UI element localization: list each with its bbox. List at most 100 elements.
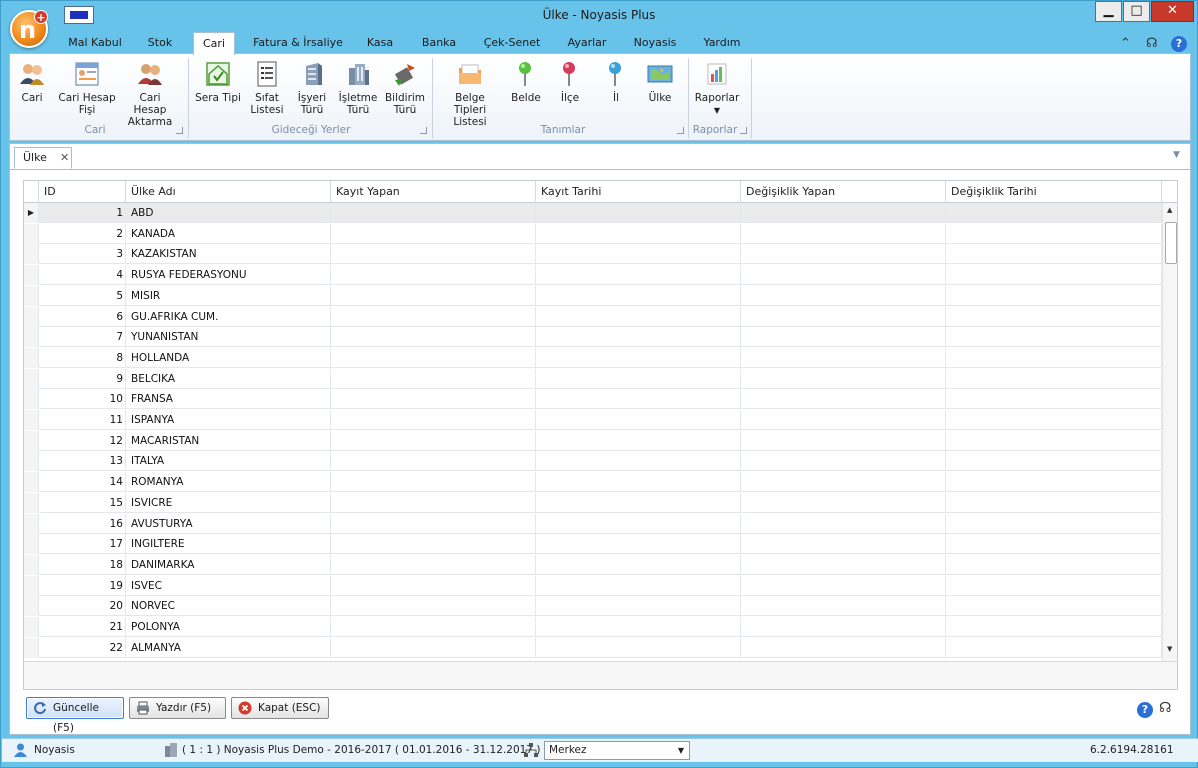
table-row[interactable]: 13 ITALYA	[24, 451, 1162, 472]
vertical-scrollbar[interactable]: ▲ ▼	[1162, 203, 1177, 661]
table-row[interactable]: 21 POLONYA	[24, 617, 1162, 637]
header-id[interactable]: ID	[39, 181, 126, 203]
cell-degisiklik-yapan	[741, 410, 946, 430]
isletme-turu-button[interactable]: İşletme Türü	[336, 54, 380, 126]
table-row[interactable]: 17 INGILTERE	[24, 534, 1162, 555]
close-window-button[interactable]: ✕	[1151, 1, 1194, 22]
cell-ulke-adi: ISVEC	[126, 575, 331, 596]
header-ulke-adi[interactable]: Ülke Adı	[126, 181, 331, 203]
table-row[interactable]: 20 NORVEC	[24, 596, 1162, 617]
refresh-button[interactable]: Güncelle (F5)	[26, 697, 124, 734]
cell-id: 5	[39, 285, 126, 306]
raporlar-dropdown-button[interactable]: Raporlar ▼	[692, 54, 742, 126]
tab-stok[interactable]: Stok	[139, 32, 181, 54]
close-tab-icon[interactable]: ✕	[60, 148, 69, 168]
branch-select[interactable]: Merkez ▼	[544, 741, 690, 760]
scroll-up-icon[interactable]: ▲	[1167, 206, 1172, 214]
tab-ayarlar[interactable]: Ayarlar	[559, 32, 615, 54]
table-row[interactable]: 22 ALMANYA	[24, 637, 1162, 658]
scroll-down-icon[interactable]: ▼	[1167, 645, 1172, 653]
table-row[interactable]: 14 ROMANYA	[24, 472, 1162, 493]
cell-ulke-adi: MACARISTAN	[126, 430, 331, 451]
table-row[interactable]: 5 MISIR	[24, 285, 1162, 306]
header-degisiklik-tarihi[interactable]: Değişiklik Tarihi	[946, 181, 1162, 203]
dropdown-arrow-icon: ▼	[713, 106, 721, 115]
group-launcher-icon[interactable]	[740, 127, 747, 134]
print-button[interactable]: Yazdır (F5)	[129, 697, 226, 719]
group-launcher-icon[interactable]	[420, 127, 427, 134]
cell-degisiklik-tarihi	[946, 347, 1162, 368]
cell-degisiklik-tarihi	[946, 244, 1162, 265]
help-icon[interactable]: ?	[1137, 702, 1153, 718]
table-row[interactable]: 4 RUSYA FEDERASYONU	[24, 265, 1162, 286]
tab-kasa[interactable]: Kasa	[359, 32, 401, 54]
tab-menu-icon[interactable]: ▼	[1173, 150, 1180, 160]
document-tab-ulke[interactable]: Ülke ✕	[14, 147, 72, 169]
table-row[interactable]: 6 GU.AFRIKA CUM.	[24, 306, 1162, 327]
group-launcher-icon[interactable]	[677, 127, 684, 134]
cell-id: 18	[39, 554, 126, 575]
table-row[interactable]: 15 ISVICRE	[24, 492, 1162, 513]
support-headset-icon[interactable]: ☊	[1146, 36, 1158, 51]
support-headset-icon[interactable]: ☊	[1159, 700, 1171, 716]
cell-ulke-adi: HOLLANDA	[126, 347, 331, 368]
bildirim-turu-button[interactable]: Bildirim Türü	[384, 54, 426, 126]
tab-noyasis[interactable]: Noyasis	[627, 32, 683, 54]
office-building-icon	[344, 60, 372, 88]
cari-hesap-fisi-button[interactable]: Cari Hesap Fişi	[56, 54, 118, 126]
maximize-button[interactable]: □	[1123, 1, 1150, 22]
cell-degisiklik-yapan	[741, 223, 946, 244]
cell-kayit-yapan	[331, 554, 536, 575]
cell-ulke-adi: POLONYA	[126, 617, 331, 637]
help-icon[interactable]: ?	[1171, 36, 1187, 52]
table-row[interactable]: 11 ISPANYA	[24, 410, 1162, 430]
tab-cek-senet[interactable]: Çek-Senet	[477, 32, 547, 54]
table-row[interactable]: 9 BELCIKA	[24, 368, 1162, 389]
app-logo-icon[interactable]: n +	[10, 10, 48, 48]
table-row[interactable]: 8 HOLLANDA	[24, 347, 1162, 368]
tab-fatura-irsaliye[interactable]: Fatura & İrsaliye	[247, 32, 349, 54]
red-pin-icon	[556, 60, 584, 88]
collapse-ribbon-icon[interactable]: ⌃	[1120, 36, 1131, 51]
row-indicator	[24, 637, 39, 658]
tab-yardim[interactable]: Yardım	[697, 32, 747, 54]
cell-ulke-adi: ABD	[126, 203, 331, 223]
belde-button[interactable]: Belde	[508, 54, 544, 126]
table-row[interactable]: 2 KANADA	[24, 223, 1162, 244]
belge-tipleri-listesi-button[interactable]: Belge Tipleri Listesi	[438, 54, 502, 128]
close-button[interactable]: Kapat (ESC)	[231, 697, 329, 719]
sifat-listesi-button[interactable]: Sıfat Listesi	[246, 54, 288, 126]
ulke-button[interactable]: Ülke	[640, 54, 680, 126]
cell-degisiklik-yapan	[741, 596, 946, 617]
header-degisiklik-yapan[interactable]: Değişiklik Yapan	[741, 181, 946, 203]
tab-banka[interactable]: Banka	[415, 32, 463, 54]
header-kayit-tarihi[interactable]: Kayıt Tarihi	[536, 181, 741, 203]
group-launcher-icon[interactable]	[176, 127, 183, 134]
cell-kayit-tarihi	[536, 617, 741, 637]
table-row[interactable]: 12 MACARISTAN	[24, 430, 1162, 451]
cell-kayit-tarihi	[536, 203, 741, 223]
ilce-button[interactable]: İlçe	[552, 54, 588, 126]
sera-tipi-button[interactable]: Sera Tipi	[194, 54, 242, 126]
status-version: 6.2.6194.28161	[1090, 744, 1174, 756]
table-row[interactable]: 16 AVUSTURYA	[24, 513, 1162, 534]
table-row[interactable]: 18 DANIMARKA	[24, 554, 1162, 575]
table-row[interactable]: 3 KAZAKISTAN	[24, 244, 1162, 265]
isyeri-turu-button[interactable]: İşyeri Türü	[292, 54, 332, 126]
tab-mal-kabul[interactable]: Mal Kabul	[63, 32, 127, 54]
building-icon	[298, 60, 326, 88]
scroll-thumb[interactable]	[1165, 222, 1177, 264]
cari-hesap-aktarma-button[interactable]: Cari Hesap Aktarma	[122, 54, 178, 128]
table-row[interactable]: ▶ 1 ABD	[24, 203, 1162, 223]
tab-cari[interactable]: Cari	[193, 32, 235, 55]
header-kayit-yapan[interactable]: Kayıt Yapan	[331, 181, 536, 203]
table-row[interactable]: 19 ISVEC	[24, 575, 1162, 596]
table-row[interactable]: 10 FRANSA	[24, 389, 1162, 410]
table-row[interactable]: 7 YUNANISTAN	[24, 327, 1162, 348]
row-indicator	[24, 389, 39, 410]
cell-kayit-tarihi	[536, 327, 741, 348]
il-button[interactable]: İl	[598, 54, 634, 126]
group-separator	[751, 58, 752, 138]
cari-button[interactable]: Cari	[12, 54, 52, 126]
minimize-button[interactable]: ▁	[1095, 1, 1122, 22]
